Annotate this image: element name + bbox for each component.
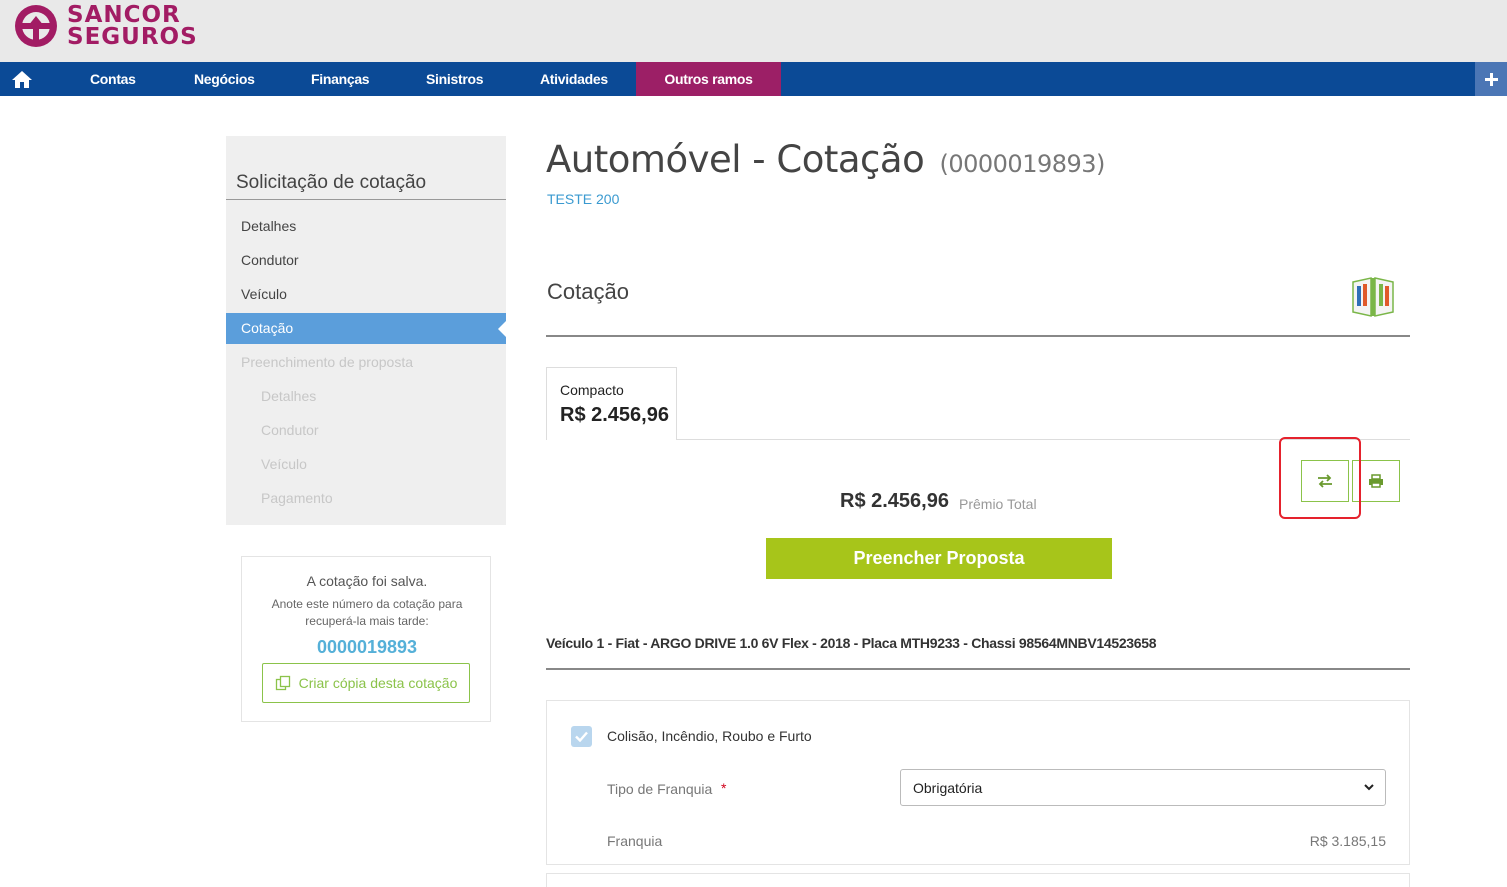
required-mark: * (721, 780, 727, 796)
sidebar-item-detalhes[interactable]: Detalhes (241, 218, 296, 234)
copy-icon (275, 675, 290, 691)
sidebar-item-condutor[interactable]: Condutor (241, 252, 299, 268)
plus-button[interactable] (1475, 62, 1507, 96)
quote-steps-sidebar: Solicitação de cotação Detalhes Condutor… (226, 136, 506, 525)
plan-price: R$ 2.456,96 (560, 404, 669, 426)
saved-title: A cotação foi salva. (306, 573, 428, 589)
sidebar-item-cotacao-label: Cotação (241, 320, 294, 336)
sidebar-title: Solicitação de cotação (236, 172, 427, 193)
logo-line-2: SEGUROS (67, 24, 198, 50)
nav-item-atividades[interactable]: Atividades (540, 62, 608, 96)
next-coverage-card (546, 873, 1410, 887)
saved-quote-number: 0000019893 (316, 637, 418, 657)
franquia-type-value: Obrigatória (913, 780, 983, 796)
quote-saved-panel: A cotação foi salva. Anote este número d… (241, 556, 491, 722)
franquia-label: Franquia (607, 833, 663, 849)
quote-number: (0000019893) (939, 150, 1105, 178)
page-title: Automóvel - Cotação (0000019893) (546, 138, 1105, 181)
vehicle-summary: Veículo 1 - Fiat - ARGO DRIVE 1.0 6V Fle… (546, 635, 1157, 651)
total-premium-value: R$ 2.456,96 (840, 490, 949, 512)
main-navbar: Contas Negócios Finanças Sinistros Ativi… (0, 62, 1507, 96)
nav-item-contas[interactable]: Contas (90, 62, 136, 96)
fill-proposal-button[interactable]: Preencher Proposta (766, 538, 1112, 579)
page-title-text: Automóvel - Cotação (546, 138, 925, 181)
nav-item-outros-ramos[interactable]: Outros ramos (636, 62, 781, 96)
sidebar-divider (226, 199, 506, 200)
sidebar-subitem-veiculo: Veículo (261, 456, 307, 472)
sidebar-item-cotacao[interactable]: Cotação (226, 313, 506, 344)
logo-text: SANCOR SEGUROS (67, 2, 198, 50)
total-premium-label: Prêmio Total (959, 496, 1037, 512)
sancor-logo[interactable]: SANCOR SEGUROS (14, 2, 198, 50)
home-icon[interactable] (10, 68, 34, 90)
coverage-card: Colisão, Incêndio, Roubo e Furto Tipo de… (546, 700, 1410, 865)
sancor-logo-icon (15, 5, 57, 47)
sidebar-item-preenchimento: Preenchimento de proposta (241, 354, 413, 370)
nav-item-sinistros[interactable]: Sinistros (426, 62, 484, 96)
copy-quote-button[interactable]: Criar cópia desta cotação (262, 663, 470, 703)
top-header: SANCOR SEGUROS (0, 0, 1507, 62)
franquia-type-select[interactable]: Obrigatória (900, 769, 1386, 806)
logo-line-1: SANCOR (67, 2, 181, 28)
vehicle-divider (546, 668, 1410, 670)
tab-plan-compacto[interactable]: Compacto R$ 2.456,96 (546, 367, 677, 440)
plus-icon (1485, 73, 1498, 86)
plan-name: Compacto (560, 382, 624, 398)
check-icon (575, 731, 588, 742)
franquia-type-label: Tipo de Franquia (607, 781, 713, 797)
sidebar-subitem-condutor: Condutor (261, 422, 319, 438)
printer-icon (1369, 474, 1383, 488)
sidebar-subitem-detalhes: Detalhes (261, 388, 317, 404)
section-title: Cotação (547, 279, 629, 304)
coverage-label: Colisão, Incêndio, Roubo e Furto (607, 728, 812, 744)
annotation-highlight (1279, 437, 1361, 519)
saved-note: Anote este número da cotação para recupe… (271, 597, 463, 628)
nav-item-financas[interactable]: Finanças (311, 62, 370, 96)
active-indicator (498, 321, 506, 337)
client-name-link[interactable]: TESTE 200 (547, 191, 619, 207)
copy-quote-label: Criar cópia desta cotação (298, 675, 458, 691)
franquia-value: R$ 3.185,15 (1309, 833, 1386, 849)
coverage-checkbox[interactable] (571, 726, 592, 747)
nav-item-negocios[interactable]: Negócios (194, 62, 255, 96)
open-book-guide-icon[interactable] (1350, 274, 1396, 320)
sidebar-subitem-pagamento: Pagamento (261, 490, 333, 506)
sidebar-item-veiculo[interactable]: Veículo (241, 286, 287, 302)
chevron-down-icon (1364, 784, 1374, 791)
section-divider (546, 335, 1410, 337)
